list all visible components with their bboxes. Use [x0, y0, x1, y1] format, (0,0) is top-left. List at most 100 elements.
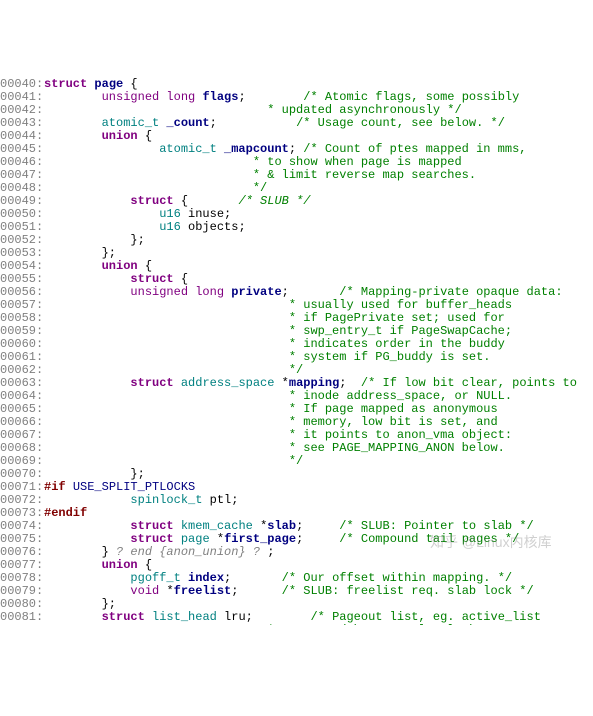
line-number: 00078:	[0, 572, 44, 585]
code-viewer: 00040: struct page {00041: unsigned long…	[0, 52, 593, 625]
token-cm: /* Count of ptes mapped in mms,	[303, 142, 526, 156]
token-txt: objects;	[188, 220, 246, 234]
token-pp: #endif	[44, 506, 87, 520]
token-ty: u16	[159, 220, 188, 234]
token-ty: spinlock_t	[130, 493, 209, 507]
token-cm: * to show when page is mapped	[159, 155, 461, 169]
token-cm: */	[159, 181, 267, 195]
token-ty: address_space	[181, 376, 282, 390]
token-ty: atomic_t	[102, 116, 167, 130]
line-number: 00079:	[0, 585, 44, 598]
token-id: freelist	[174, 584, 232, 598]
token-kw: struct	[44, 77, 94, 91]
token-kw2: unsigned long	[130, 285, 231, 299]
token-txt: ;	[238, 90, 303, 104]
token-cm-i: /* SLUB */	[238, 194, 310, 208]
code-line: 00082: * protected by zone->lru_lock !	[0, 624, 593, 625]
token-txt: ;	[296, 532, 339, 546]
token-id: mapping	[289, 376, 339, 390]
token-cm: * usually used for buffer_heads	[130, 298, 512, 312]
token-txt: }	[102, 545, 116, 559]
token-txt: *	[282, 376, 289, 390]
token-txt: ;	[231, 584, 281, 598]
token-cm: * it points to anon_vma object:	[130, 428, 512, 442]
token-txt: ;	[267, 545, 274, 559]
token-ty: atomic_t	[159, 142, 224, 156]
line-code: void *freelist; /* SLUB: freelist req. s…	[44, 585, 593, 598]
token-kw2: unsigned long	[102, 90, 203, 104]
token-cm: /* Mapping-private opaque data:	[339, 285, 562, 299]
token-txt: };	[130, 467, 144, 481]
token-id: first_page	[224, 532, 296, 546]
token-txt: ;	[224, 571, 282, 585]
token-cm: /* Atomic flags, some possibly	[303, 90, 519, 104]
token-ty: pgoff_t	[130, 571, 188, 585]
line-code: spinlock_t ptl;	[44, 494, 593, 507]
token-txt: ptl;	[210, 493, 239, 507]
token-txt: {	[138, 129, 152, 143]
line-code: };	[44, 234, 593, 247]
token-id: index	[188, 571, 224, 585]
token-txt: lru;	[224, 610, 310, 624]
line-number: 00082:	[0, 624, 44, 625]
token-kw: union	[102, 259, 138, 273]
token-macro: USE_SPLIT_PTLOCKS	[73, 480, 195, 494]
token-id: private	[231, 285, 281, 299]
token-kw: struct	[130, 519, 180, 533]
token-cm: * swp_entry_t if PageSwapCache;	[130, 324, 512, 338]
token-anon: ? end {anon_union} ?	[116, 545, 267, 559]
token-txt: {	[174, 194, 239, 208]
token-id: _count	[166, 116, 209, 130]
token-cm: */	[130, 363, 303, 377]
token-txt: inuse;	[188, 207, 231, 221]
token-txt: ;	[289, 142, 303, 156]
token-cm: /* Our offset within mapping. */	[282, 571, 512, 585]
token-txt: ;	[210, 116, 296, 130]
token-id: flags	[202, 90, 238, 104]
token-cm: * memory, low bit is set, and	[130, 415, 497, 429]
token-kw: union	[102, 129, 138, 143]
token-ty: list_head	[152, 610, 224, 624]
token-cm: * if PagePrivate set; used for	[130, 311, 504, 325]
token-cm: /* If low bit clear, points to	[361, 376, 577, 390]
code-line: 00072: spinlock_t ptl;	[0, 494, 593, 507]
token-kw: struct	[130, 194, 173, 208]
code-line: 00079: void *freelist; /* SLUB: freelist…	[0, 585, 593, 598]
token-txt: {	[138, 259, 152, 273]
token-txt: ;	[282, 285, 340, 299]
token-txt: ;	[296, 519, 339, 533]
token-ty: page	[181, 532, 217, 546]
token-cm: /* Compound tail pages */	[339, 532, 519, 546]
token-pp: #if	[44, 480, 73, 494]
token-cm: * system if PG_buddy is set.	[130, 350, 490, 364]
line-number: 00081:	[0, 611, 44, 624]
token-txt: {	[123, 77, 137, 91]
token-txt: };	[130, 233, 144, 247]
token-kw: struct	[102, 610, 152, 624]
token-cm: /* Usage count, see below. */	[296, 116, 505, 130]
token-cm: * indicates order in the buddy	[130, 337, 504, 351]
token-txt: {	[174, 272, 188, 286]
code-lines: 00040: struct page {00041: unsigned long…	[0, 78, 593, 625]
token-kw: struct	[130, 532, 180, 546]
token-kw: struct	[130, 272, 173, 286]
token-cm: * & limit reverse map searches.	[159, 168, 476, 182]
token-txt: *	[166, 584, 173, 598]
token-txt: };	[102, 597, 116, 611]
token-cm: */	[130, 454, 303, 468]
token-txt: ;	[339, 376, 361, 390]
token-cm: * see PAGE_MAPPING_ANON below.	[130, 441, 504, 455]
token-cm: * If page mapped as anonymous	[130, 402, 497, 416]
token-cm: /* Pageout list, eg. active_list	[310, 610, 540, 624]
token-ty: kmem_cache	[181, 519, 260, 533]
token-cm: * inode address_space, or NULL.	[130, 389, 512, 403]
token-cm: * protected by zone->lru_lock !	[102, 623, 491, 625]
token-txt: {	[138, 558, 152, 572]
token-id: slab	[267, 519, 296, 533]
token-kw: union	[102, 558, 138, 572]
token-cm: /* SLUB: Pointer to slab */	[339, 519, 533, 533]
token-kw: struct	[130, 376, 180, 390]
token-id: _mapcount	[224, 142, 289, 156]
line-number: 00080:	[0, 598, 44, 611]
token-cm: * updated asynchronously */	[102, 103, 462, 117]
